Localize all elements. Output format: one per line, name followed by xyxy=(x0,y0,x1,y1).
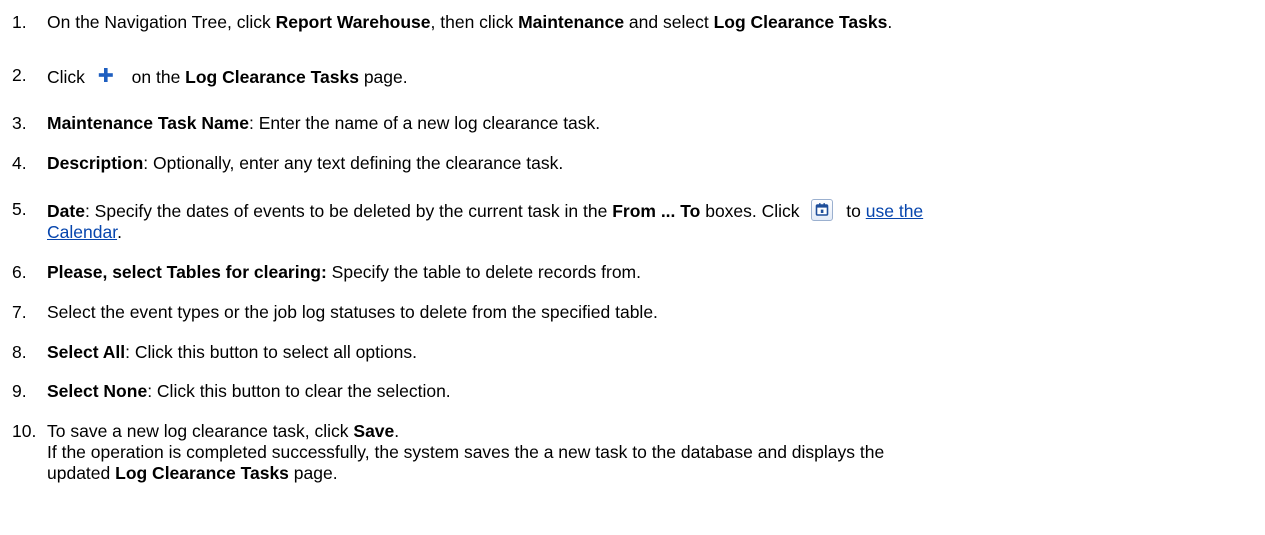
step-text: Select None: Click this button to clear … xyxy=(47,381,1252,402)
description-term: Description xyxy=(47,153,144,173)
step-text-segment: Click xyxy=(47,67,90,87)
save-term: Save xyxy=(353,421,395,441)
step-number: 4. xyxy=(12,153,27,173)
step-text-continued: If the operation is completed successful… xyxy=(47,442,1252,463)
step-number: 6. xyxy=(12,262,27,282)
step-text-segment: boxes. Click xyxy=(700,201,805,221)
step-number: 7. xyxy=(12,302,27,322)
step-text: Select All: Click this button to select … xyxy=(47,342,1252,363)
step-number: 3. xyxy=(12,113,27,133)
step-text-segment: updated xyxy=(47,463,116,483)
plus-icon[interactable] xyxy=(95,65,117,87)
step-text-segment: To save a new log clearance task, click xyxy=(47,421,354,441)
step-number: 9. xyxy=(12,381,27,401)
step-text: Click on the Log Clearance Tasks page. xyxy=(47,65,1252,88)
step-text: Please, select Tables for clearing: Spec… xyxy=(47,262,1252,283)
step-text-segment: on the xyxy=(126,67,186,87)
step-text-segment: page. xyxy=(358,67,408,87)
step-text-segment: : Optionally, enter any text defining th… xyxy=(143,153,564,173)
step-text-segment: : Click this button to clear the selecti… xyxy=(147,381,451,401)
step-text: Select the event types or the job log st… xyxy=(47,302,1252,323)
step-number: 8. xyxy=(12,342,27,362)
log-clearance-tasks-term: Log Clearance Tasks xyxy=(713,12,888,32)
step-text: Description: Optionally, enter any text … xyxy=(47,153,1252,174)
from-to-term: From ... To xyxy=(612,201,701,221)
select-none-term: Select None xyxy=(47,381,148,401)
step-text-segment: and select xyxy=(624,12,714,32)
step-text-segment: page. xyxy=(288,463,338,483)
use-the-calendar-link[interactable]: use the xyxy=(866,201,923,221)
log-clearance-tasks-term: Log Clearance Tasks xyxy=(185,67,359,87)
step-number: 5. xyxy=(12,199,27,219)
step-text: On the Navigation Tree, click Report War… xyxy=(47,12,1252,33)
calendar-icon[interactable] xyxy=(811,199,834,221)
step-text-segment: : Specify the dates of events to be dele… xyxy=(84,201,613,221)
date-term: Date xyxy=(47,201,85,221)
report-warehouse-term: Report Warehouse xyxy=(275,12,431,32)
calendar-link-continued[interactable]: Calendar xyxy=(47,222,117,242)
step-text-continued: updated Log Clearance Tasks page. xyxy=(47,463,1252,484)
step-number: 1. xyxy=(12,12,27,32)
step-text-segment: : Click this button to select all option… xyxy=(125,342,417,362)
step-text-segment: , then click xyxy=(430,12,519,32)
step-text-segment: If the operation is completed successful… xyxy=(47,442,885,462)
step-text-segment: Select the event types or the job log st… xyxy=(47,302,658,322)
step-text-continued: Calendar. xyxy=(47,222,1252,243)
step-text-segment: . xyxy=(117,222,122,242)
select-all-term: Select All xyxy=(47,342,126,362)
step-text-segment: On the Navigation Tree, click xyxy=(47,12,276,32)
step-text-segment: Specify the table to delete records from… xyxy=(326,262,642,282)
step-text-segment: : Enter the name of a new log clearance … xyxy=(248,113,601,133)
step-number: 2. xyxy=(12,65,27,85)
step-text: Date: Specify the dates of events to be … xyxy=(47,199,1252,222)
step-number: 10. xyxy=(12,421,37,441)
log-clearance-tasks-term: Log Clearance Tasks xyxy=(115,463,289,483)
step-text-segment: . xyxy=(394,421,400,441)
select-tables-term: Please, select Tables for clearing: xyxy=(47,262,327,282)
maintenance-task-name-term: Maintenance Task Name xyxy=(47,113,249,133)
step-text-segment: . xyxy=(887,12,893,32)
step-text: To save a new log clearance task, click … xyxy=(47,421,1252,442)
maintenance-term: Maintenance xyxy=(518,12,625,32)
step-text-segment: to xyxy=(841,201,866,221)
step-text: Maintenance Task Name: Enter the name of… xyxy=(47,113,1252,134)
